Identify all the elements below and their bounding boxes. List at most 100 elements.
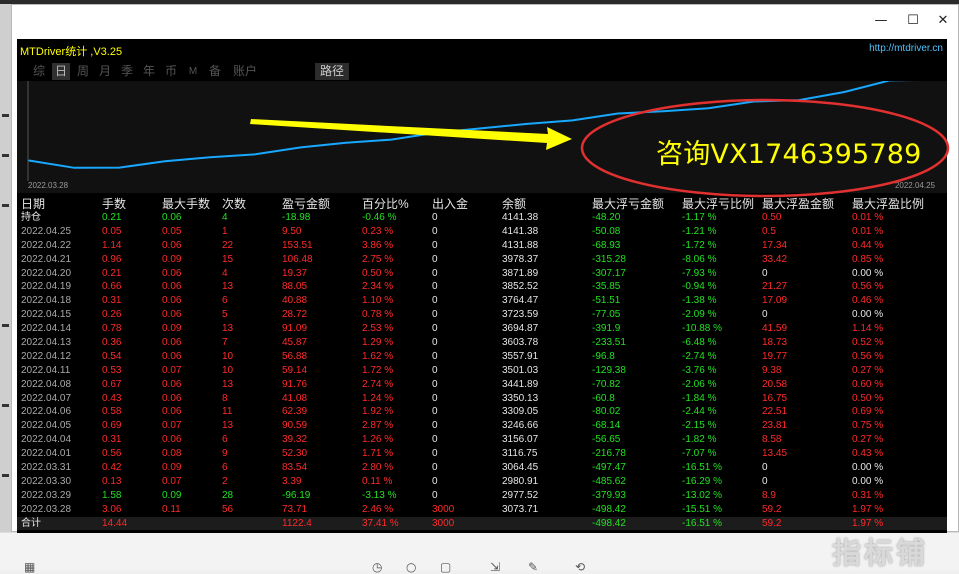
column-header[interactable]: 手数 xyxy=(102,197,126,211)
cell-max-lots: 0.06 xyxy=(162,211,181,225)
tab-quarterly[interactable]: 季 xyxy=(119,63,135,80)
cell-pnl: 40.88 xyxy=(282,294,307,308)
cell-max-lots: 0.06 xyxy=(162,280,181,294)
cell-in-out: 0 xyxy=(432,211,438,225)
cell-balance: 3064.45 xyxy=(502,461,538,475)
close-button[interactable]: ✕ xyxy=(928,9,958,33)
cell-max-float-profit-pct: 0.00 % xyxy=(852,461,883,475)
cell-in-out: 0 xyxy=(432,447,438,461)
cell-max-float-profit: 8.58 xyxy=(762,433,781,447)
minimize-button[interactable]: — xyxy=(866,9,896,33)
column-header[interactable]: 最大浮盈金额 xyxy=(762,197,834,211)
cell-pnl: 83.54 xyxy=(282,461,307,475)
table-row: 2022.04.110.530.071059.141.72 %03501.03-… xyxy=(17,364,947,378)
cell-pnl: 90.59 xyxy=(282,419,307,433)
grid-icon[interactable]: ▦ xyxy=(24,560,35,574)
cell-max-drawdown: -77.05 xyxy=(592,308,620,322)
column-header[interactable]: 日期 xyxy=(21,197,45,211)
cell-date: 2022.03.31 xyxy=(21,461,71,475)
cell-in-out: 0 xyxy=(432,322,438,336)
cell-max-drawdown: -216.78 xyxy=(592,447,626,461)
cell-max-float-profit: 0 xyxy=(762,308,768,322)
cell-lots: 1.58 xyxy=(102,489,121,503)
balance-point xyxy=(436,132,438,134)
cell-max-float-profit-pct: 0.56 % xyxy=(852,280,883,294)
crop-icon[interactable]: ▢ xyxy=(440,560,451,574)
cell-pct: 1.24 % xyxy=(362,392,393,406)
cell-pnl: 19.37 xyxy=(282,267,307,281)
cell-date: 2022.04.07 xyxy=(21,392,71,406)
cell-trade-count: 6 xyxy=(222,294,228,308)
cell-date: 2022.03.30 xyxy=(21,475,71,489)
cell-lots: 0.96 xyxy=(102,253,121,267)
cell-lots: 0.78 xyxy=(102,322,121,336)
cell-date: 2022.04.08 xyxy=(21,378,71,392)
cell-max-lots: 0.06 xyxy=(162,378,181,392)
balance-point xyxy=(255,153,257,155)
cell-max-drawdown-pct: -13.02 % xyxy=(682,489,722,503)
cell-max-float-profit-pct: 0.43 % xyxy=(852,447,883,461)
tab-daily[interactable]: 日 xyxy=(52,63,70,80)
balance-point xyxy=(708,107,710,109)
cell-max-drawdown: -497.47 xyxy=(592,461,626,475)
rotate-icon[interactable]: ⟲ xyxy=(575,560,585,574)
cell-date: 2022.04.19 xyxy=(21,280,71,294)
column-header[interactable]: 盈亏金额 xyxy=(282,197,330,211)
cell-pnl: 59.14 xyxy=(282,364,307,378)
cell-pnl: 3.39 xyxy=(282,475,301,489)
column-header[interactable]: 最大浮亏金额 xyxy=(592,197,664,211)
cell-max-drawdown-pct: -15.51 % xyxy=(682,503,722,517)
cell-max-lots: 0.07 xyxy=(162,364,181,378)
balance-point xyxy=(391,139,393,141)
cell-max-drawdown-pct: -2.74 % xyxy=(682,350,716,364)
cell-balance: 4141.38 xyxy=(502,225,538,239)
cell-date: 2022.04.20 xyxy=(21,267,71,281)
tab-currency[interactable]: 币 xyxy=(163,63,179,80)
tab-yearly[interactable]: 年 xyxy=(141,63,157,80)
cell-max-drawdown-pct: -7.07 % xyxy=(682,447,716,461)
path-button[interactable]: 路径 xyxy=(315,63,349,80)
tab-m[interactable]: M xyxy=(185,63,201,80)
cell-balance: 3694.87 xyxy=(502,322,538,336)
cell-balance: 3764.47 xyxy=(502,294,538,308)
tab-backup[interactable]: 备 xyxy=(207,63,223,80)
balance-point xyxy=(798,99,800,101)
column-header[interactable]: 最大浮亏比例 xyxy=(682,197,754,211)
clock-icon[interactable]: ◷ xyxy=(372,560,382,574)
cell-trade-count: 13 xyxy=(222,322,233,336)
cell-trade-count: 4 xyxy=(222,211,228,225)
cell-max-float-profit: 13.45 xyxy=(762,447,787,461)
cell-lots: 14.44 xyxy=(102,517,127,531)
cell-date: 2022.04.13 xyxy=(21,336,71,350)
website-link[interactable]: http://mtdriver.cn xyxy=(869,43,943,54)
column-header[interactable]: 出入金 xyxy=(432,197,468,211)
tab-summary[interactable]: 综 xyxy=(31,63,47,80)
column-header[interactable]: 最大浮盈比例 xyxy=(852,197,924,211)
search-icon[interactable]: ○ xyxy=(406,560,416,574)
cell-max-float-profit-pct: 1.14 % xyxy=(852,322,883,336)
cell-in-out: 3000 xyxy=(432,517,454,531)
cell-max-float-profit: 0 xyxy=(762,475,768,489)
cell-max-drawdown-pct: -3.76 % xyxy=(682,364,716,378)
cell-max-drawdown-pct: -7.93 % xyxy=(682,267,716,281)
cell-max-float-profit: 59.2 xyxy=(762,503,781,517)
chart-start-date: 2022.03.28 xyxy=(28,181,68,190)
column-header[interactable]: 百分比% xyxy=(362,197,409,211)
tab-monthly[interactable]: 月 xyxy=(97,63,113,80)
share-icon[interactable]: ⇲ xyxy=(490,560,500,574)
column-header[interactable]: 次数 xyxy=(222,197,246,211)
column-header[interactable]: 余额 xyxy=(502,197,526,211)
cell-balance: 2980.91 xyxy=(502,475,538,489)
cell-pnl: 73.71 xyxy=(282,503,307,517)
table-row: 2022.03.291.580.0928-96.19-3.13 %02977.5… xyxy=(17,489,947,503)
tab-weekly[interactable]: 周 xyxy=(75,63,91,80)
tab-account[interactable]: 账户 xyxy=(229,63,261,80)
edit-icon[interactable]: ✎ xyxy=(528,560,538,574)
cell-max-drawdown: -233.51 xyxy=(592,336,626,350)
maximize-button[interactable]: ☐ xyxy=(898,9,928,33)
left-edge-mark xyxy=(2,404,9,407)
cell-max-float-profit-pct: 0.01 % xyxy=(852,225,883,239)
cell-max-lots: 0.06 xyxy=(162,392,181,406)
cell-trade-count: 11 xyxy=(222,405,232,419)
column-header[interactable]: 最大手数 xyxy=(162,197,210,211)
